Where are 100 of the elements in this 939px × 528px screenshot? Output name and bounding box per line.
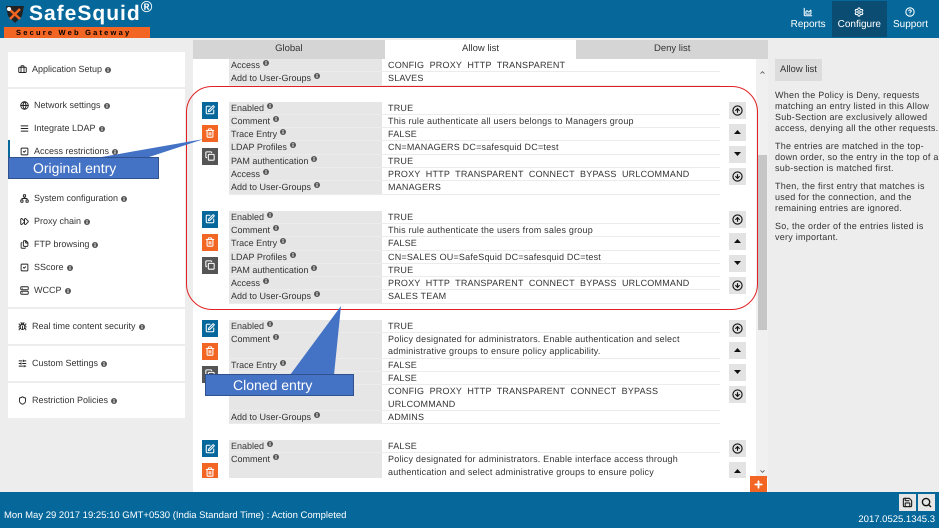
info-icon [111,398,118,404]
sidebar-item[interactable]: Restriction Policies [8,389,185,412]
arrow-down-circle-icon [732,280,743,291]
files-icon [20,240,29,249]
field-value: CN=MANAGERS DC=safesquid DC=test [388,141,559,154]
field-value: FALSE [388,440,418,452]
delete-button[interactable] [202,124,218,142]
scrollbar-thumb[interactable] [758,154,766,330]
network-icon [20,194,29,203]
sidebar-item[interactable]: Application Setup [8,58,185,81]
info-icon [273,454,280,460]
chevron-down-icon [758,468,766,475]
move-top-button[interactable] [729,102,746,119]
list-icon [20,124,29,133]
field-label: LDAP Profiles [229,250,382,263]
shield-icon [18,396,27,405]
info-icon [314,182,320,188]
edit-icon [205,105,215,116]
edit-button[interactable] [202,102,218,119]
move-top-button[interactable] [729,320,746,337]
move-bottom-button[interactable] [729,168,746,185]
sidebar-item[interactable]: WCCP [8,279,185,302]
search-button[interactable] [918,494,935,511]
caret-up-icon [734,239,741,244]
field-value: FALSE [388,128,418,140]
sidebar-item[interactable]: Integrate LDAP [8,117,185,140]
field-value: CN=SALES OU=SafeSquid DC=safesquid DC=test [388,250,602,263]
trash-icon [205,346,215,356]
field-value: Policy designated for administrators. Enable authentication and select administrative groups to ensure policy applicability. [388,333,681,358]
info-icon [64,288,70,294]
field-value: SALES TEAM [388,290,446,303]
move-bottom-button[interactable] [729,276,746,294]
field-value: Policy designated for administrators. Enable interface access through authentication and select administrative groups to ensure policy [388,453,679,478]
move-bottom-button[interactable] [729,386,746,403]
move-up-button[interactable] [729,342,746,359]
field-value: MANAGERS [388,181,442,194]
delete-button[interactable] [202,234,218,251]
info-icon [273,116,280,122]
field-label: Access [229,59,382,72]
caret-up-icon [734,130,741,134]
help-paragraph: Then, the first entry that matches is used for the connection, and the remaining entries are ignored. [775,181,926,214]
arrow-down-circle-icon [732,388,743,400]
chart-icon [803,7,814,17]
info-icon [314,412,320,418]
checkbox-icon [20,263,29,272]
clone-button[interactable] [202,256,218,274]
move-down-button[interactable] [729,254,746,272]
search-icon [921,496,932,508]
field-value: TRUE [388,320,414,332]
sidebar-item[interactable]: Real time content security [8,315,185,338]
tab[interactable]: Deny list [576,40,768,59]
field-value: This rule authenticate the users from sales group [388,224,593,236]
info-icon [138,324,145,330]
field-label: Enabled [229,210,382,223]
delete-button[interactable] [202,342,218,360]
info-icon [280,238,286,244]
edit-button[interactable] [202,440,218,458]
move-up-button[interactable] [729,124,746,141]
help-icon [905,7,916,17]
save-button[interactable] [899,494,916,511]
field-value: PROXY HTTP TRANSPARENT CONNECT BYPASS URLCOMMAND [388,277,690,290]
chevron-up-icon [758,69,766,76]
sidebar-item[interactable]: Proxy chain [8,210,185,233]
move-up-button[interactable] [729,462,746,478]
nav-button[interactable]: Reports [784,1,832,37]
edit-button[interactable] [202,210,218,228]
trash-icon [205,466,215,477]
move-top-button[interactable] [729,210,746,228]
sidebar-item[interactable]: Custom Settings [8,352,185,375]
sidebar-item[interactable]: SScore [8,256,185,279]
field-label: Add to User-Groups [229,72,382,85]
clone-button[interactable] [202,148,218,165]
caret-down-icon [734,370,741,374]
sidebar-item[interactable]: FTP browsing [8,233,185,256]
nav-button[interactable]: Support [886,1,934,37]
sidebar-item[interactable]: Network settings [8,94,185,117]
move-top-button[interactable] [729,440,746,458]
nav-button[interactable]: Configure [832,1,887,37]
field-label: Add to User-Groups [229,181,382,194]
field-label: Comment [229,453,382,478]
move-down-button[interactable] [729,146,746,163]
arrow-up-circle-icon [732,214,743,225]
delete-button[interactable] [202,463,218,478]
info-icon [267,441,274,448]
edit-button[interactable] [202,320,218,337]
sidebar-item[interactable]: System configuration [8,187,185,210]
arrow-down-circle-icon [732,170,743,182]
move-up-button[interactable] [729,232,746,250]
copy-icon [205,260,215,270]
scrollbar[interactable] [756,59,768,478]
caret-down-icon [734,261,741,266]
field-value: TRUE [388,102,414,114]
edit-icon [205,214,215,224]
field-label: PAM authentication [229,264,382,276]
trash-icon [205,128,215,138]
checkbox-icon [20,147,29,156]
tab[interactable]: Global [193,40,385,59]
field-value: TRUE [388,154,414,168]
move-down-button[interactable] [729,364,746,381]
info-icon [104,103,110,109]
